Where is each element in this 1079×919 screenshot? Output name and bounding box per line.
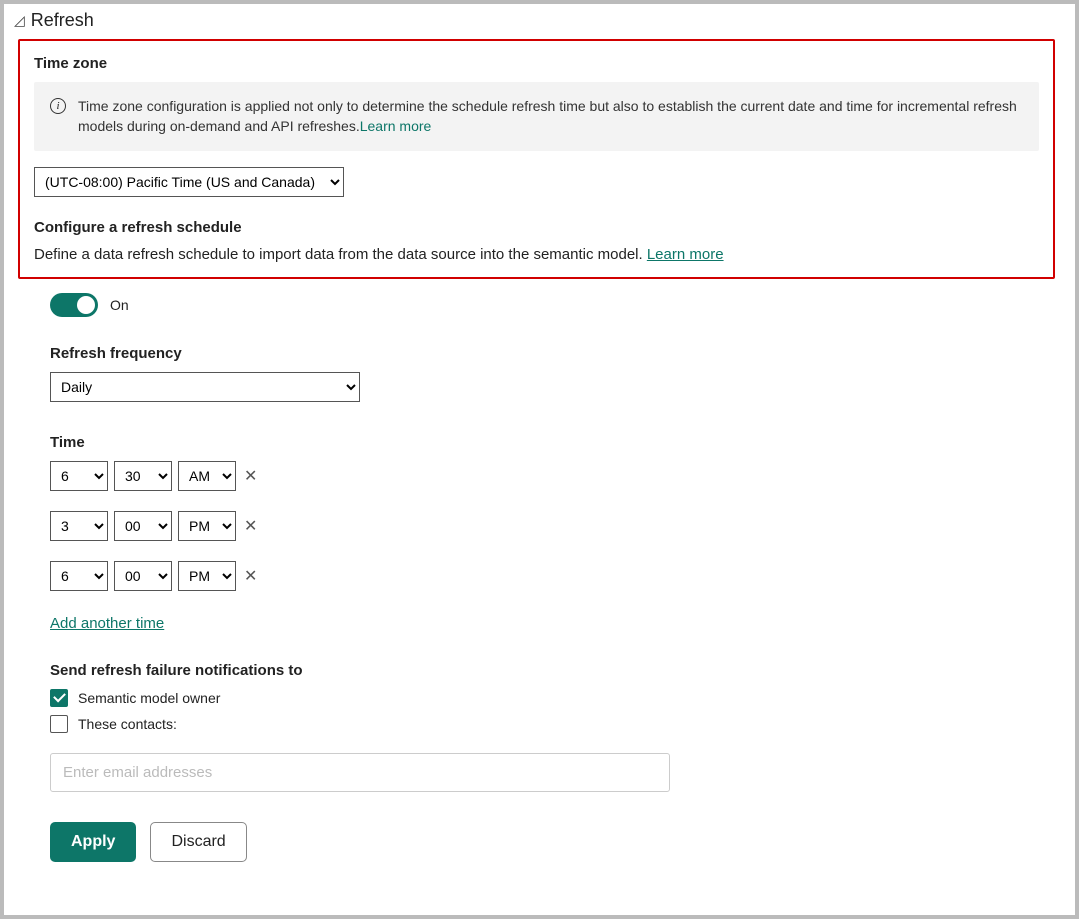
time-hour-select[interactable]: 3	[50, 511, 108, 541]
timezone-learn-more-link[interactable]: Learn more	[360, 118, 432, 134]
timezone-info-text: Time zone configuration is applied not o…	[78, 96, 1023, 137]
time-row: 3 00 PM ✕	[50, 511, 1055, 541]
notify-contacts-checkbox[interactable]	[50, 715, 68, 733]
remove-time-icon[interactable]: ✕	[242, 566, 259, 586]
timezone-heading: Time zone	[34, 55, 1039, 72]
time-minute-select[interactable]: 00	[114, 561, 172, 591]
settings-panel: ◿ Refresh Time zone i Time zone configur…	[0, 0, 1079, 919]
remove-time-icon[interactable]: ✕	[242, 466, 259, 486]
time-minute-select[interactable]: 00	[114, 511, 172, 541]
toggle-state-label: On	[110, 297, 129, 313]
collapse-icon: ◿	[14, 12, 25, 29]
timezone-select[interactable]: (UTC-08:00) Pacific Time (US and Canada)	[34, 167, 344, 197]
time-ampm-select[interactable]: PM	[178, 511, 236, 541]
time-hour-select[interactable]: 6	[50, 461, 108, 491]
time-row: 6 30 AM ✕	[50, 461, 1055, 491]
highlighted-config-area: Time zone i Time zone configuration is a…	[18, 39, 1055, 279]
time-minute-select[interactable]: 30	[114, 461, 172, 491]
remove-time-icon[interactable]: ✕	[242, 516, 259, 536]
frequency-heading: Refresh frequency	[50, 345, 1055, 362]
schedule-description: Define a data refresh schedule to import…	[34, 246, 1039, 263]
timezone-info-banner: i Time zone configuration is applied not…	[34, 82, 1039, 151]
section-title: Refresh	[31, 10, 94, 31]
schedule-toggle[interactable]	[50, 293, 98, 317]
apply-button[interactable]: Apply	[50, 822, 136, 862]
schedule-learn-more-link[interactable]: Learn more	[647, 246, 724, 263]
email-contacts-input[interactable]	[50, 753, 670, 792]
schedule-heading: Configure a refresh schedule	[34, 219, 1039, 236]
time-ampm-select[interactable]: AM	[178, 461, 236, 491]
notify-heading: Send refresh failure notifications to	[50, 662, 1055, 679]
discard-button[interactable]: Discard	[150, 822, 246, 862]
refresh-section-header[interactable]: ◿ Refresh	[14, 10, 1075, 31]
time-heading: Time	[50, 434, 1055, 451]
add-another-time-link[interactable]: Add another time	[50, 615, 164, 632]
notify-owner-label: Semantic model owner	[78, 690, 220, 706]
time-hour-select[interactable]: 6	[50, 561, 108, 591]
notify-contacts-label: These contacts:	[78, 716, 177, 732]
frequency-select[interactable]: Daily	[50, 372, 360, 402]
info-icon: i	[50, 98, 66, 114]
notify-owner-checkbox[interactable]	[50, 689, 68, 707]
time-row: 6 00 PM ✕	[50, 561, 1055, 591]
time-ampm-select[interactable]: PM	[178, 561, 236, 591]
